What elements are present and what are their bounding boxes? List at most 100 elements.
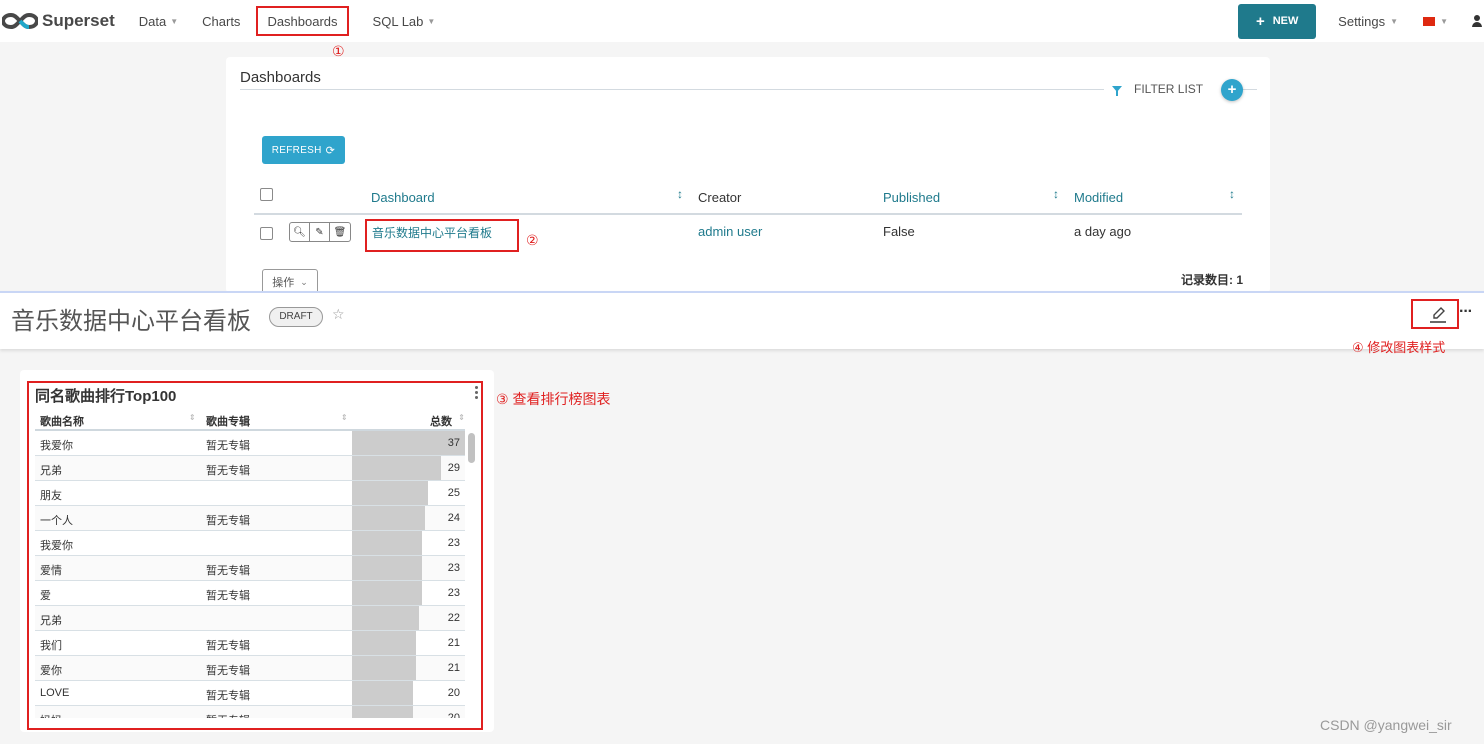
table-row: 我爱你 23 bbox=[35, 531, 465, 556]
published-value: False bbox=[883, 224, 915, 239]
table-row: 爱 暂无专辑 23 bbox=[35, 581, 465, 606]
dashboard-link[interactable]: 音乐数据中心平台看板 bbox=[372, 224, 492, 241]
star-icon[interactable]: ☆ bbox=[332, 306, 345, 323]
dashboard-title[interactable]: 音乐数据中心平台看板 bbox=[11, 301, 251, 336]
chart-menu-icon[interactable] bbox=[475, 386, 479, 400]
table-row: 兄弟 22 bbox=[35, 606, 465, 631]
table-row: 妈妈 暂无专辑 20 bbox=[35, 706, 465, 718]
song-name-cell: 爱 bbox=[40, 590, 51, 602]
add-filter-button[interactable]: + bbox=[1221, 79, 1243, 101]
table-row: 兄弟 暂无专辑 29 bbox=[35, 456, 465, 481]
count-cell: 20 bbox=[447, 712, 460, 718]
song-name-cell: 兄弟 bbox=[40, 465, 62, 477]
annotation-step-3: ③ 查看排行榜图表 bbox=[496, 391, 611, 407]
song-name-cell: LOVE bbox=[40, 687, 70, 699]
top-navbar: Superset Data ▼ Charts Dashboards SQL Lab… bbox=[0, 0, 1484, 42]
new-button[interactable]: + NEW bbox=[1238, 3, 1317, 39]
count-cell: 29 bbox=[447, 462, 460, 474]
search-icon[interactable]: 🔍︎ bbox=[290, 223, 310, 241]
count-cell: 20 bbox=[447, 687, 460, 699]
dashboard-header: 音乐数据中心平台看板 DRAFT ☆ ··· bbox=[0, 291, 1484, 349]
edit-pencil-icon[interactable] bbox=[1428, 304, 1448, 324]
count-cell: 23 bbox=[447, 537, 460, 549]
edit-icon[interactable]: ✎ bbox=[310, 223, 330, 241]
album-cell: 暂无专辑 bbox=[206, 665, 250, 677]
sort-icon[interactable]: ⇕ bbox=[458, 413, 465, 422]
song-name-cell: 我爱你 bbox=[40, 540, 73, 552]
count-cell: 24 bbox=[447, 512, 460, 524]
column-header-modified[interactable]: Modified bbox=[1074, 190, 1123, 205]
sort-icon[interactable]: ↕ bbox=[1229, 187, 1235, 201]
chevron-down-icon: ⌄ bbox=[300, 276, 308, 287]
table-row: 我爱你 暂无专辑 37 bbox=[35, 431, 465, 456]
nav-data[interactable]: Data ▼ bbox=[139, 6, 178, 36]
settings-label: Settings bbox=[1338, 13, 1386, 29]
sort-icon[interactable]: ⇕ bbox=[189, 413, 196, 422]
filter-list-label: FILTER LIST bbox=[1134, 82, 1204, 96]
more-options-icon[interactable]: ··· bbox=[1459, 303, 1473, 321]
chart-table: 歌曲名称 ⇕ 歌曲专辑 ⇕ 总数 ⇕ 我爱你 暂无专辑 37 兄弟 暂无专辑 29 朋友 25… bbox=[35, 406, 465, 718]
refresh-icon: ⟳ bbox=[325, 144, 336, 157]
new-button-label: NEW bbox=[1272, 15, 1299, 27]
user-icon[interactable] bbox=[1472, 15, 1482, 27]
count-cell: 23 bbox=[447, 562, 460, 574]
divider bbox=[254, 213, 1242, 215]
song-name-cell: 爱情 bbox=[40, 565, 62, 577]
column-header-album[interactable]: 歌曲专辑 bbox=[206, 413, 250, 429]
table-row: 我们 暂无专辑 21 bbox=[35, 631, 465, 656]
chart-title[interactable]: 同名歌曲排行Top100 bbox=[35, 385, 176, 406]
cn-flag-icon bbox=[1423, 16, 1436, 26]
caret-down-icon: ▼ bbox=[1390, 16, 1399, 26]
filter-icon bbox=[1112, 86, 1122, 96]
column-header-published[interactable]: Published bbox=[883, 190, 940, 205]
nav-dashboards[interactable]: Dashboards bbox=[256, 6, 349, 36]
creator-link[interactable]: admin user bbox=[698, 224, 762, 239]
song-name-cell: 朋友 bbox=[40, 490, 62, 502]
row-checkbox[interactable] bbox=[260, 227, 273, 240]
column-header-dashboard[interactable]: Dashboard bbox=[371, 190, 435, 205]
scrollbar[interactable] bbox=[468, 433, 475, 463]
table-header: 歌曲名称 ⇕ 歌曲专辑 ⇕ 总数 ⇕ bbox=[35, 406, 465, 431]
count-cell: 21 bbox=[447, 662, 460, 674]
sort-icon[interactable]: ↕ bbox=[677, 187, 683, 201]
sort-icon[interactable]: ⇕ bbox=[341, 413, 348, 422]
settings-menu[interactable]: Settings ▼ bbox=[1338, 14, 1398, 29]
watermark: CSDN @yangwei_sir bbox=[1320, 717, 1452, 733]
list-title: Dashboards bbox=[240, 69, 321, 86]
plus-icon: + bbox=[1255, 12, 1265, 30]
brand-name: Superset bbox=[42, 11, 115, 30]
column-header-creator: Creator bbox=[698, 190, 742, 205]
album-cell: 暂无专辑 bbox=[206, 515, 250, 527]
count-cell: 25 bbox=[447, 487, 460, 499]
annotation-step-2: ② bbox=[526, 232, 539, 248]
album-cell: 暂无专辑 bbox=[206, 712, 250, 718]
count-cell: 37 bbox=[447, 437, 460, 449]
album-cell: 暂无专辑 bbox=[206, 690, 250, 702]
modified-value: a day ago bbox=[1074, 224, 1132, 239]
filter-list-button[interactable]: FILTER LIST bbox=[1112, 82, 1203, 96]
album-cell: 暂无专辑 bbox=[206, 440, 250, 452]
song-name-cell: 我爱你 bbox=[40, 440, 73, 452]
brand[interactable]: Superset bbox=[2, 0, 115, 42]
song-name-cell: 一个人 bbox=[40, 515, 73, 527]
table-body: 我爱你 暂无专辑 37 兄弟 暂无专辑 29 朋友 25 一个人 暂无专辑 24 我爱你 23 爱情 暂无专… bbox=[35, 431, 465, 718]
table-row: 朋友 25 bbox=[35, 481, 465, 506]
trash-icon[interactable]: 🗑︎ bbox=[330, 223, 350, 241]
refresh-label: REFRESH bbox=[271, 144, 322, 156]
navbar-right: + NEW Settings ▼ ▼ bbox=[1238, 0, 1484, 42]
nav-sql-lab[interactable]: SQL Lab ▼ bbox=[373, 6, 436, 36]
column-header-count[interactable]: 总数 bbox=[430, 413, 452, 429]
table-row: 爱你 暂无专辑 21 bbox=[35, 656, 465, 681]
refresh-button[interactable]: REFRESH ⟳ bbox=[262, 136, 345, 164]
language-menu[interactable]: ▼ bbox=[1423, 16, 1448, 26]
select-all-checkbox[interactable] bbox=[260, 188, 273, 201]
song-name-cell: 爱你 bbox=[40, 665, 62, 677]
album-cell: 暂无专辑 bbox=[206, 465, 250, 477]
sort-icon[interactable]: ↕ bbox=[1053, 187, 1059, 201]
status-badge[interactable]: DRAFT bbox=[269, 307, 323, 327]
column-header-song-name[interactable]: 歌曲名称 bbox=[40, 413, 84, 429]
table-row: 一个人 暂无专辑 24 bbox=[35, 506, 465, 531]
nav-dashboards-label: Dashboards bbox=[267, 13, 338, 29]
dashboard-list-panel: Dashboards FILTER LIST + REFRESH ⟳ Dashb… bbox=[226, 57, 1270, 295]
nav-charts[interactable]: Charts bbox=[202, 6, 240, 36]
